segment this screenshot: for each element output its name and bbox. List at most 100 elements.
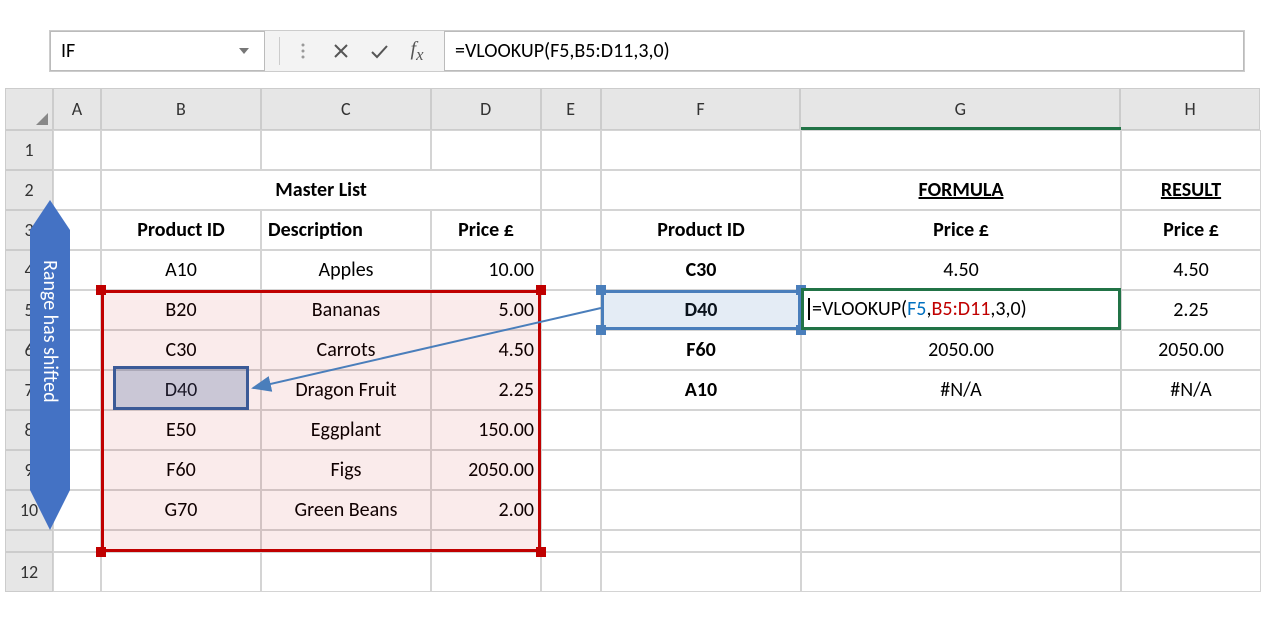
name-box-dropdown[interactable] [234,45,254,57]
red-handle-tr[interactable] [536,285,546,295]
cell-D5[interactable]: 5.00 [431,290,541,330]
cell-G6[interactable]: 2050.00 [801,330,1121,370]
col-header-F[interactable]: F [601,88,801,130]
cancel-button[interactable] [322,31,360,71]
cell-G3[interactable]: Price £ [801,210,1121,250]
cell-G12[interactable] [801,552,1121,592]
row-header-4[interactable]: 4 [5,250,53,290]
row-header-10[interactable]: 10 [5,490,53,530]
cell-D6[interactable]: 4.50 [431,330,541,370]
col-header-A[interactable]: A [53,88,101,130]
blue-handle-tl[interactable] [596,285,606,295]
cell-G1[interactable] [801,130,1121,170]
cell-H3[interactable]: Price £ [1121,210,1261,250]
cell-C3[interactable]: Description [261,210,431,250]
col-header-G[interactable]: G [800,88,1120,130]
cell-F3[interactable]: Product ID [601,210,801,250]
fb-expand-button[interactable] [284,31,322,71]
blue-handle-bl[interactable] [596,325,606,335]
red-handle-tl[interactable] [96,285,106,295]
cell-A4[interactable] [53,250,101,290]
cell-A8[interactable] [53,410,101,450]
cell-G8[interactable] [801,410,1121,450]
cell-A6[interactable] [53,330,101,370]
cell-D3[interactable]: Price £ [431,210,541,250]
cell-A3[interactable] [53,210,101,250]
cell-C5[interactable]: Bananas [261,290,431,330]
cell-H2[interactable]: RESULT [1121,170,1261,210]
cell-H1[interactable] [1121,130,1261,170]
cell-A7[interactable] [53,370,101,410]
cell-G5[interactable] [801,290,1121,330]
cell-B12[interactable] [101,552,261,592]
cell-G11[interactable] [801,530,1121,552]
cell-F7[interactable]: A10 [601,370,801,410]
cell-C1[interactable] [261,130,431,170]
cell-F1[interactable] [601,130,801,170]
cell-F2[interactable] [601,170,801,210]
cell-F4[interactable]: C30 [601,250,801,290]
red-handle-bl[interactable] [96,547,106,557]
red-handle-br[interactable] [536,547,546,557]
cell-H6[interactable]: 2050.00 [1121,330,1261,370]
name-box[interactable]: IF [50,31,265,71]
col-header-H[interactable]: H [1120,88,1260,130]
cell-F12[interactable] [601,552,801,592]
cell-C12[interactable] [261,552,431,592]
cell-E5[interactable] [541,290,601,330]
cell-D8[interactable]: 150.00 [431,410,541,450]
formula-input[interactable]: =VLOOKUP(F5,B5:D11,3,0) [444,31,1244,71]
select-all-button[interactable] [5,88,53,130]
cell-H8[interactable] [1121,410,1261,450]
blue-handle-br[interactable] [796,325,806,335]
col-header-B[interactable]: B [101,88,261,130]
cell-H10[interactable] [1121,490,1261,530]
cell-C6[interactable]: Carrots [261,330,431,370]
cell-B10[interactable]: G70 [101,490,261,530]
cell-A1[interactable] [53,130,101,170]
cell-H5[interactable]: 2.25 [1121,290,1261,330]
cell-E1[interactable] [541,130,601,170]
enter-button[interactable] [360,31,398,71]
cell-F9[interactable] [601,450,801,490]
cell-E4[interactable] [541,250,601,290]
cell-F6[interactable]: F60 [601,330,801,370]
cells[interactable]: Master List FORMULA RESULT Product ID De… [53,130,1260,618]
cell-E8[interactable] [541,410,601,450]
cell-B6[interactable]: C30 [101,330,261,370]
cell-B11[interactable] [101,530,261,552]
cell-D11[interactable] [431,530,541,552]
cell-A11[interactable] [53,530,101,552]
cell-F5[interactable]: D40 [601,290,801,330]
cell-F11[interactable] [601,530,801,552]
cell-C10[interactable]: Green Beans [261,490,431,530]
col-header-C[interactable]: C [261,88,431,130]
cell-G2[interactable]: FORMULA [801,170,1121,210]
cell-D12[interactable] [431,552,541,592]
cell-H4[interactable]: 4.50 [1121,250,1261,290]
cell-H11[interactable] [1121,530,1261,552]
cell-C9[interactable]: Figs [261,450,431,490]
cell-D7[interactable]: 2.25 [431,370,541,410]
cell-A10[interactable] [53,490,101,530]
cell-G4[interactable]: 4.50 [801,250,1121,290]
cell-G10[interactable] [801,490,1121,530]
cell-E6[interactable] [541,330,601,370]
cell-A2[interactable] [53,170,101,210]
cell-E10[interactable] [541,490,601,530]
cell-B2-merged[interactable]: Master List [101,170,541,210]
cell-E12[interactable] [541,552,601,592]
cell-F8[interactable] [601,410,801,450]
cell-H12[interactable] [1121,552,1261,592]
cell-C4[interactable]: Apples [261,250,431,290]
cell-C8[interactable]: Eggplant [261,410,431,450]
row-header-3[interactable]: 3 [5,210,53,250]
cell-E9[interactable] [541,450,601,490]
cell-B3[interactable]: Product ID [101,210,261,250]
row-header-1[interactable]: 1 [5,130,53,170]
col-header-D[interactable]: D [431,88,541,130]
cell-B7[interactable]: D40 [101,370,261,410]
cell-F10[interactable] [601,490,801,530]
cell-G9[interactable] [801,450,1121,490]
cell-D4[interactable]: 10.00 [431,250,541,290]
